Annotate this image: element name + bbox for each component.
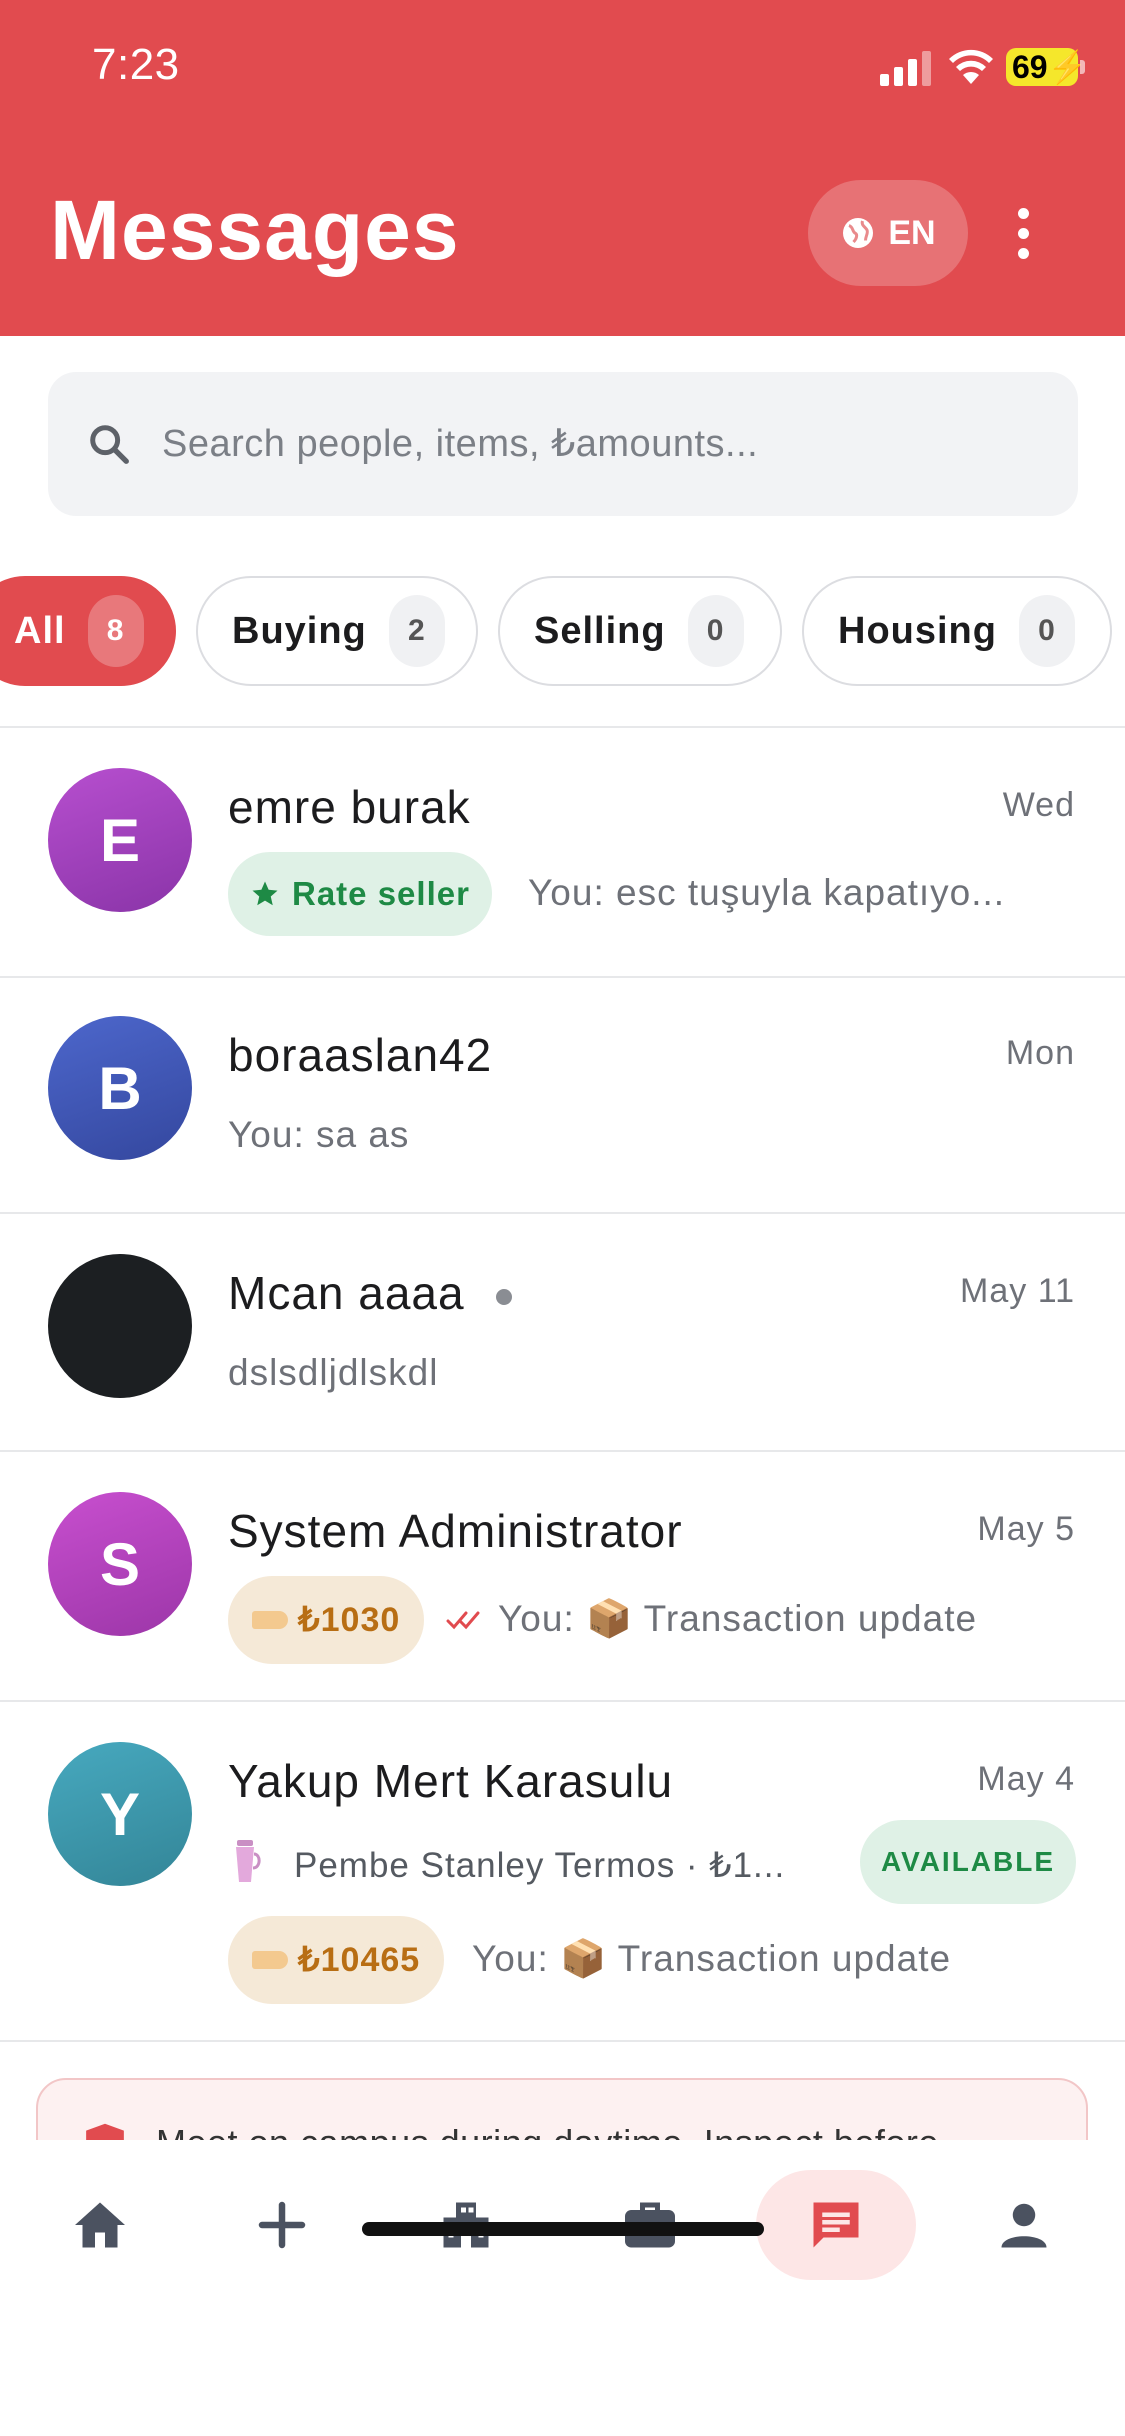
globe-icon	[843, 218, 874, 248]
battery-cap	[1080, 60, 1085, 74]
nav-create[interactable]	[202, 2170, 362, 2280]
conversation-row[interactable]: B boraaslan42 Mon You: sa as	[0, 978, 1125, 1212]
price-badge: ₺1030	[228, 1576, 425, 1664]
avatar: E	[48, 768, 192, 912]
message-preview: dslsdljdlskdl	[228, 1352, 439, 1393]
kebab-icon-dot	[1017, 247, 1029, 259]
message-preview: You: 📦 Transaction update	[472, 1938, 952, 1979]
nav-home[interactable]	[20, 2170, 180, 2280]
contact-name: Mcan aaaa	[228, 1266, 513, 1320]
message-time: May 11	[960, 1272, 1075, 1310]
message-time: Mon	[1005, 1034, 1075, 1072]
chat-icon	[813, 2202, 859, 2248]
price-tag-icon	[252, 1611, 288, 1629]
home-icon	[75, 2202, 125, 2248]
price-amount: ₺10465	[298, 1941, 421, 1979]
kebab-icon-dot	[1017, 207, 1029, 219]
language-button[interactable]: EN	[808, 180, 968, 286]
search-input[interactable]	[160, 421, 964, 467]
message-time: May 4	[977, 1760, 1075, 1798]
person-icon	[1001, 2203, 1047, 2248]
contact-name: Yakup Mert Karasulu	[228, 1755, 674, 1807]
rate-seller-badge[interactable]: Rate seller	[228, 852, 492, 936]
price-tag-icon	[252, 1951, 288, 1969]
message-time: May 5	[977, 1510, 1075, 1548]
avatar: S	[48, 1492, 192, 1636]
avatar: B	[48, 1016, 192, 1160]
conversation-row[interactable]: Y Yakup Mert Karasulu May 4 Pembe Stanle…	[0, 1702, 1125, 2040]
battery-level: 69	[1012, 49, 1048, 85]
message-preview: You: esc tuşuyla kapatıyo...	[528, 872, 1006, 913]
filter-chip-label: Housing	[838, 609, 997, 652]
home-indicator[interactable]	[362, 2222, 764, 2236]
message-preview: You: sa as	[228, 1114, 410, 1155]
search-icon	[90, 425, 129, 464]
filter-chip-count: 8	[87, 595, 144, 667]
language-label: EN	[888, 213, 936, 252]
filter-chip-buying[interactable]: Buying 2	[196, 576, 478, 686]
page-title: Messages	[50, 183, 460, 277]
avatar: Y	[48, 1742, 192, 1886]
item-status-badge: AVAILABLE	[860, 1820, 1076, 1904]
contact-name-text: Mcan aaaa	[228, 1267, 465, 1319]
filter-chip-count: 2	[388, 595, 445, 667]
kebab-icon-dot	[1017, 227, 1029, 239]
divider	[0, 2040, 1125, 2042]
filter-chip-count: 0	[687, 595, 744, 667]
star-icon	[252, 881, 278, 906]
price-amount: ₺1030	[298, 1601, 401, 1639]
nav-profile[interactable]	[944, 2170, 1104, 2280]
filter-chip-label: Buying	[232, 609, 367, 652]
app-header: 7:23 69⚡ Messages EN	[0, 0, 1125, 336]
search-bar[interactable]	[48, 372, 1078, 516]
message-preview: You: 📦 Transaction update	[498, 1598, 978, 1639]
bottom-navigation	[0, 2140, 1125, 2436]
tumbler-icon	[236, 1840, 261, 1882]
double-check-icon	[446, 1611, 480, 1630]
contact-name: emre burak	[228, 781, 471, 833]
avatar	[48, 1254, 192, 1398]
filter-chip-selling[interactable]: Selling 0	[498, 576, 782, 686]
online-status-dot	[496, 1288, 513, 1305]
rate-seller-label: Rate seller	[292, 875, 470, 912]
battery-indicator: 69⚡	[1006, 48, 1087, 86]
filter-chip-count: 0	[1018, 595, 1075, 667]
filter-chip-label: Selling	[534, 609, 666, 652]
price-badge: ₺10465	[228, 1916, 445, 2004]
filter-chip-all[interactable]: All 8	[0, 576, 176, 686]
conversation-row[interactable]: E emre burak Wed Rate seller You: esc tu…	[0, 728, 1125, 976]
filter-chips: All 8 Buying 2 Selling 0 Housing 0	[0, 576, 1125, 690]
conversation-row[interactable]: S System Administrator May 5 ₺1030 You: …	[0, 1452, 1125, 1700]
wifi-icon	[949, 49, 993, 84]
filter-chip-housing[interactable]: Housing 0	[802, 576, 1112, 686]
more-options-button[interactable]	[1000, 200, 1046, 266]
filter-chip-label: All	[14, 609, 66, 652]
nav-messages[interactable]	[756, 2170, 916, 2280]
status-time: 7:23	[92, 40, 180, 89]
contact-name: System Administrator	[228, 1505, 683, 1557]
cellular-signal-icon	[880, 51, 931, 86]
item-title: Pembe Stanley Termos · ₺1...	[294, 1846, 786, 1885]
message-time: Wed	[1002, 786, 1075, 824]
conversation-row[interactable]: Mcan aaaa May 11 dslsdljdlskdl	[0, 1214, 1125, 1450]
plus-icon	[258, 2201, 306, 2249]
contact-name: boraaslan42	[228, 1029, 493, 1081]
